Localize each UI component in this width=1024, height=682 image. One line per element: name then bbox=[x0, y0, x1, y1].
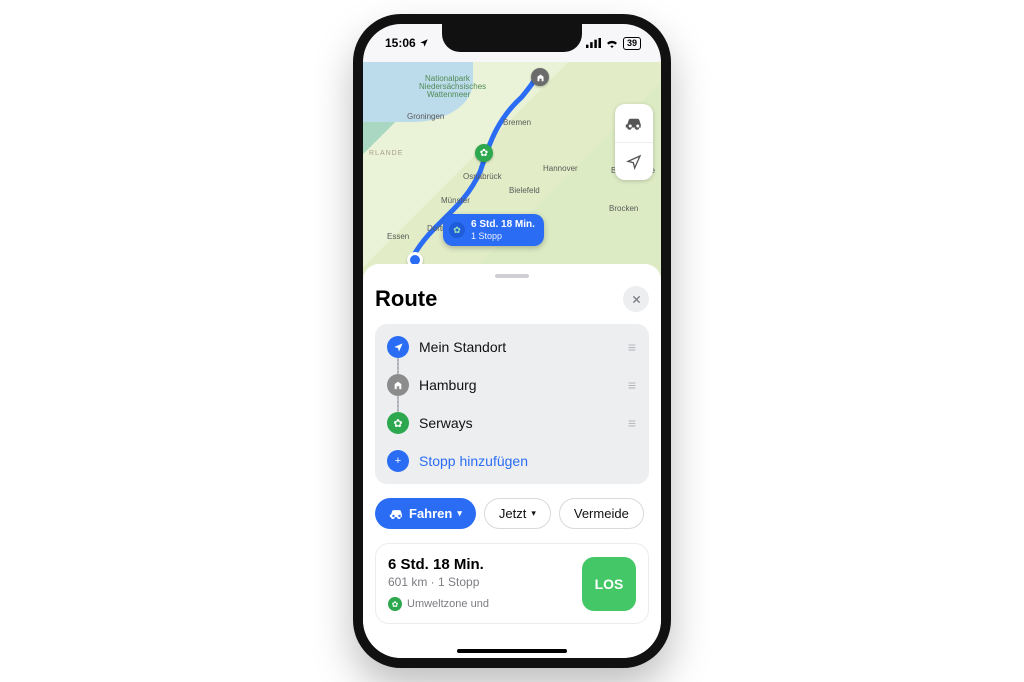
stop-row-waypoint[interactable]: ✿ Serways ≡ bbox=[381, 404, 643, 442]
city-label: Bielefeld bbox=[509, 186, 540, 195]
mode-label: Fahren bbox=[409, 506, 452, 521]
route-info-bubble[interactable]: ✿ 6 Std. 18 Min. 1 Stopp bbox=[443, 214, 544, 246]
route-summary-card[interactable]: 6 Std. 18 Min. 601 km · 1 Stopp ✿ Umwelt… bbox=[375, 543, 649, 624]
city-label: Brocken bbox=[609, 204, 638, 213]
go-label: LOS bbox=[595, 576, 624, 592]
summary-time: 6 Std. 18 Min. bbox=[388, 556, 572, 573]
home-indicator[interactable] bbox=[457, 649, 567, 653]
add-stop-label: Stopp hinzufügen bbox=[419, 453, 528, 469]
city-label: Groningen bbox=[407, 112, 444, 121]
route-stops: 1 Stopp bbox=[471, 231, 535, 241]
go-button[interactable]: LOS bbox=[582, 557, 636, 611]
stop-label: Hamburg bbox=[419, 377, 477, 393]
city-label: Essen bbox=[387, 232, 409, 241]
close-button[interactable] bbox=[623, 286, 649, 312]
summary-sub: 601 km · 1 Stopp bbox=[388, 575, 572, 589]
destination-pin[interactable] bbox=[531, 68, 549, 86]
country-label: RLANDE bbox=[369, 150, 403, 157]
city-label: Osnabrück bbox=[463, 172, 502, 181]
recenter-button[interactable] bbox=[615, 142, 653, 180]
mode-car-button[interactable] bbox=[615, 104, 653, 142]
stop-row-destination[interactable]: Hamburg ≡ bbox=[381, 366, 643, 404]
sheet-grabber[interactable] bbox=[495, 274, 529, 278]
chevron-down-icon: ▾ bbox=[457, 508, 462, 519]
route-sheet[interactable]: Route Mein Standort ≡ bbox=[363, 264, 661, 658]
summary-note: Umweltzone und bbox=[407, 598, 489, 610]
city-label: Münster bbox=[441, 196, 470, 205]
building-icon bbox=[387, 374, 409, 396]
tree-icon: ✿ bbox=[449, 222, 465, 238]
route-time: 6 Std. 18 Min. bbox=[471, 219, 535, 231]
plus-icon: + bbox=[387, 450, 409, 472]
notch bbox=[442, 24, 582, 52]
stop-row-origin[interactable]: Mein Standort ≡ bbox=[381, 328, 643, 366]
tree-icon: ✿ bbox=[387, 412, 409, 434]
wifi-icon bbox=[605, 38, 619, 48]
add-stop-button[interactable]: + Stopp hinzufügen bbox=[381, 442, 643, 480]
status-time: 15:06 bbox=[385, 36, 416, 50]
depart-chip[interactable]: Jetzt ▾ bbox=[484, 498, 551, 529]
chevron-down-icon: ▾ bbox=[531, 508, 536, 519]
mode-chip[interactable]: Fahren ▾ bbox=[375, 498, 476, 529]
city-label: Hannover bbox=[543, 164, 578, 173]
drag-handle-icon[interactable]: ≡ bbox=[628, 415, 637, 431]
close-icon bbox=[631, 294, 642, 305]
car-icon bbox=[389, 508, 404, 519]
avoid-chip[interactable]: Vermeide bbox=[559, 498, 644, 529]
route-options: Fahren ▾ Jetzt ▾ Vermeide bbox=[375, 498, 649, 529]
location-icon bbox=[387, 336, 409, 358]
stop-label: Mein Standort bbox=[419, 339, 506, 355]
location-services-icon bbox=[419, 38, 429, 48]
stops-list: Mein Standort ≡ Hamburg ≡ ✿ Serways ≡ bbox=[375, 324, 649, 484]
drag-handle-icon[interactable]: ≡ bbox=[628, 377, 637, 393]
stop-label: Serways bbox=[419, 415, 473, 431]
city-label: Bremen bbox=[503, 118, 531, 127]
drag-handle-icon[interactable]: ≡ bbox=[628, 339, 637, 355]
battery-level: 39 bbox=[623, 37, 641, 50]
sheet-title: Route bbox=[375, 286, 437, 312]
waypoint-pin[interactable]: ✿ bbox=[475, 144, 493, 162]
map-view[interactable]: RLANDE Groningen Bremen Hannover Bielefe… bbox=[363, 62, 661, 278]
signal-icon bbox=[586, 38, 601, 48]
depart-label: Jetzt bbox=[499, 506, 526, 521]
avoid-label: Vermeide bbox=[574, 506, 629, 521]
map-controls bbox=[615, 104, 653, 180]
park-label: Wattenmeer bbox=[427, 90, 470, 99]
eco-icon: ✿ bbox=[388, 597, 402, 611]
